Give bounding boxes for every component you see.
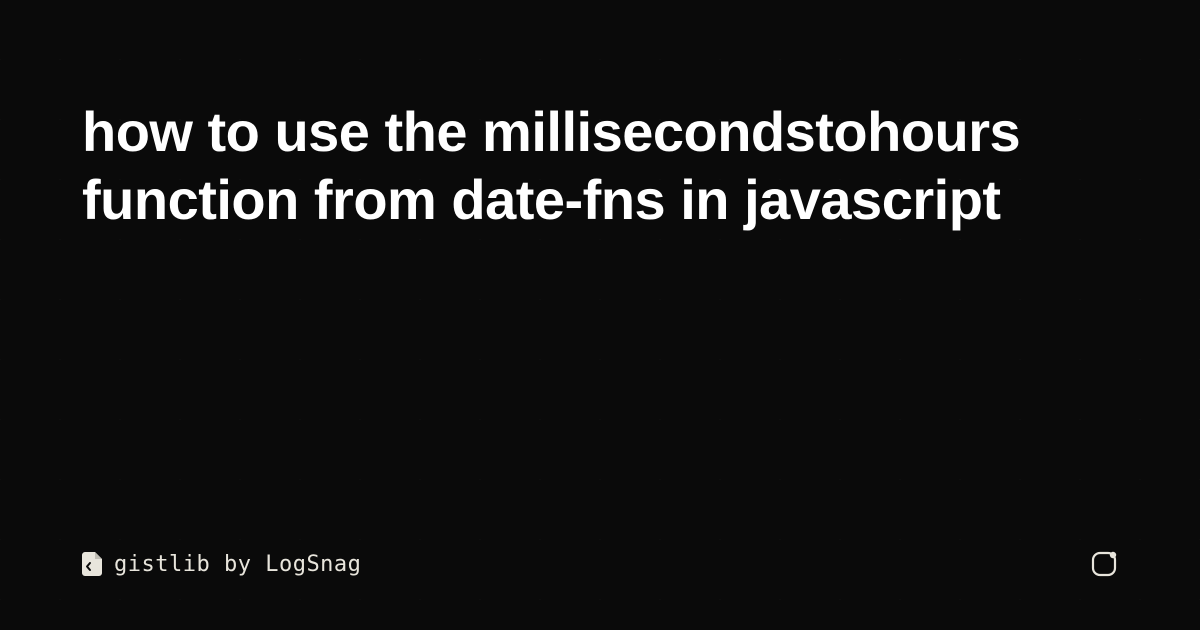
footer: gistlib by LogSnag <box>82 550 1118 578</box>
brand-company: LogSnag <box>265 552 361 577</box>
logsnag-logo-icon <box>1090 550 1118 578</box>
content-container: how to use the millisecondstohours funct… <box>0 0 1200 630</box>
brand-name: gistlib <box>114 552 210 577</box>
brand-by: by <box>210 552 265 577</box>
brand-block: gistlib by LogSnag <box>82 552 361 577</box>
page-title: how to use the millisecondstohours funct… <box>82 98 1082 235</box>
file-icon <box>82 552 102 576</box>
brand-text: gistlib by LogSnag <box>114 552 361 577</box>
